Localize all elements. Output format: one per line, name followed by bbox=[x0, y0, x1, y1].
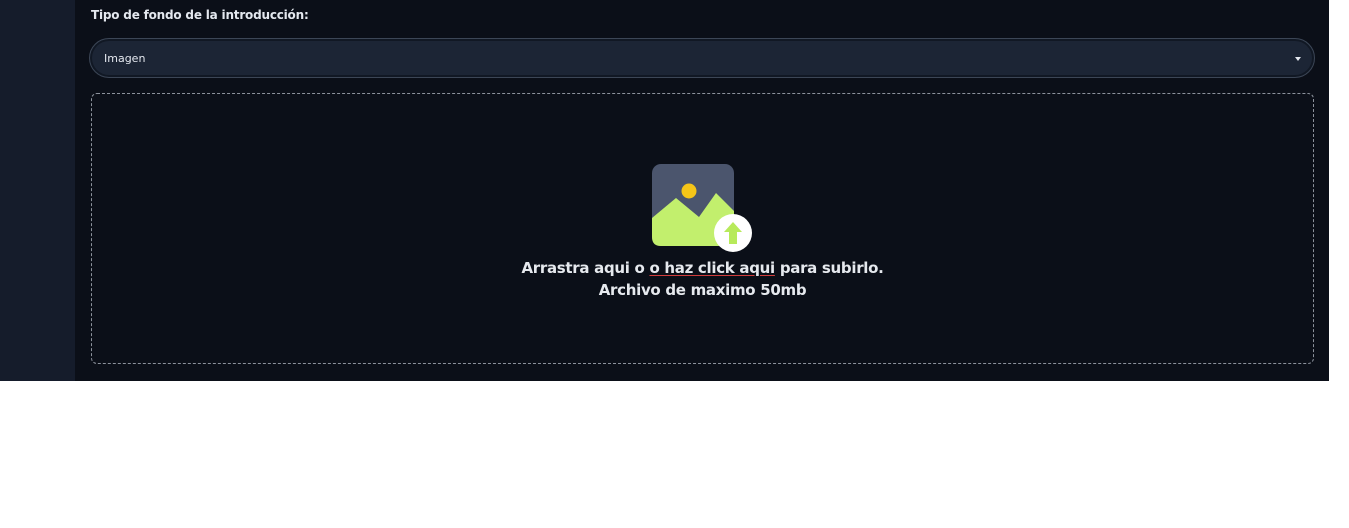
background-type-select-value: Imagen bbox=[104, 52, 146, 65]
main-content: Tipo de fondo de la introducción: Imagen… bbox=[75, 0, 1329, 381]
dropzone-text-before: Arrastra aqui o bbox=[521, 259, 650, 277]
chevron-down-icon bbox=[1295, 57, 1301, 61]
max-file-size-note: Archivo de maximo 50mb bbox=[598, 281, 807, 299]
image-upload-icon bbox=[652, 164, 752, 252]
dropzone-instructions: Arrastra aqui o o haz click aqui para su… bbox=[92, 259, 1313, 277]
browse-files-link[interactable]: o haz click aqui bbox=[649, 259, 775, 277]
sidebar bbox=[0, 0, 75, 381]
dropzone-text-after: para subirlo. bbox=[774, 259, 884, 277]
background-type-select[interactable]: Imagen bbox=[89, 38, 1315, 78]
background-type-label: Tipo de fondo de la introducción: bbox=[91, 8, 309, 22]
sun bbox=[681, 183, 697, 199]
app-window: Tipo de fondo de la introducción: Imagen… bbox=[0, 0, 1329, 381]
file-dropzone[interactable]: Arrastra aqui o o haz click aqui para su… bbox=[91, 93, 1314, 364]
